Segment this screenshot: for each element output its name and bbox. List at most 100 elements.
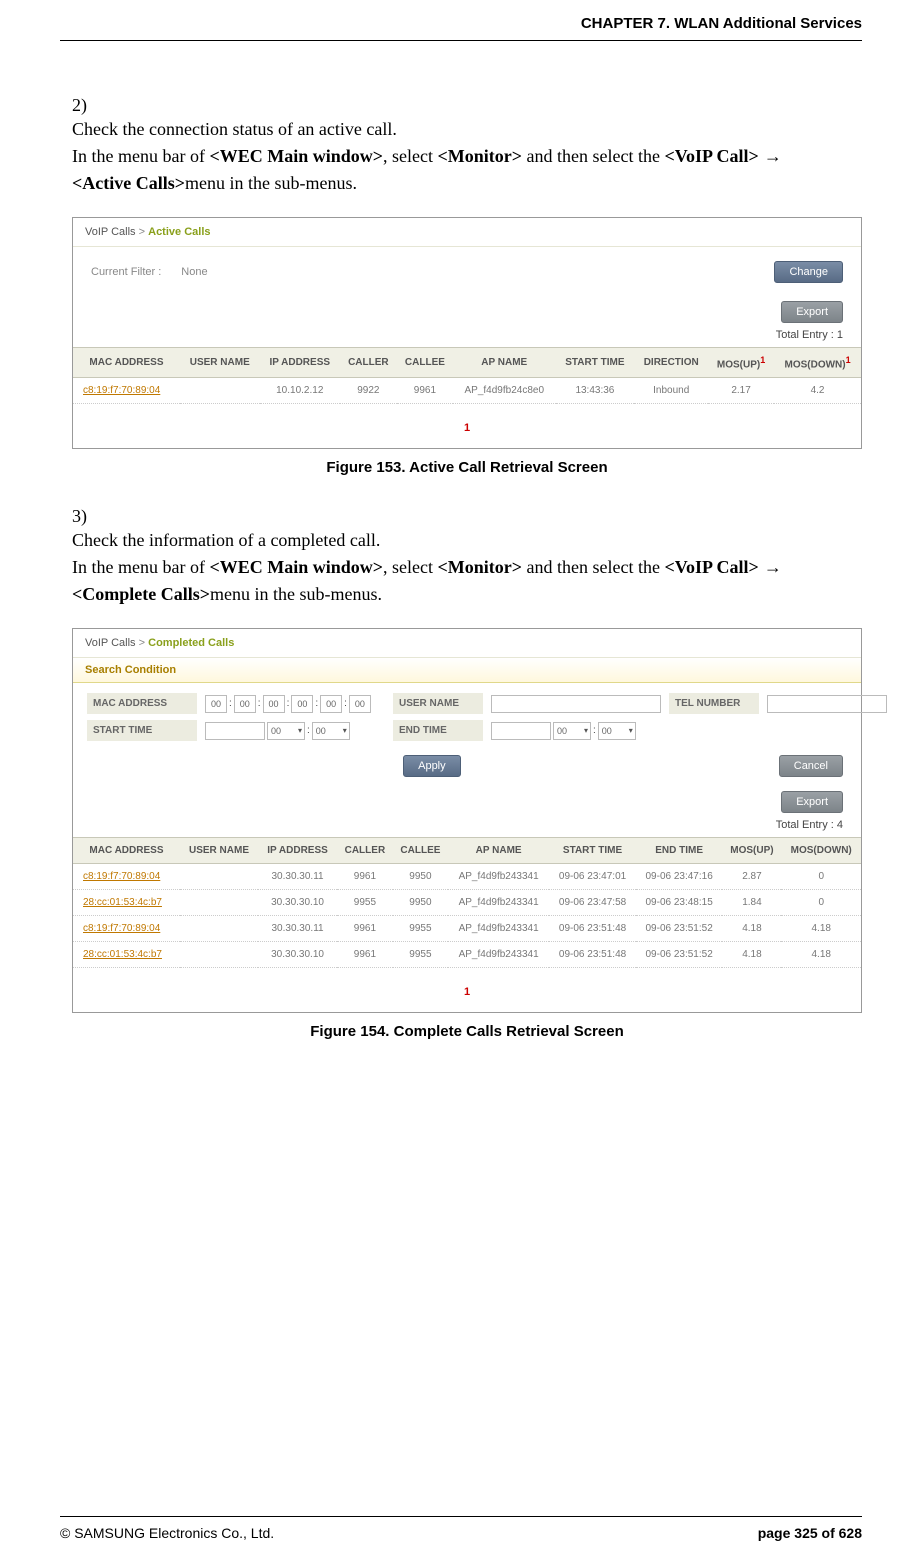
- breadcrumb: VoIP Calls > Active Calls: [73, 218, 861, 247]
- td: 4.18: [781, 916, 861, 942]
- table-row: c8:19:f7:70:89:04 30.30.30.11 9961 9955 …: [73, 916, 861, 942]
- td: 9950: [393, 890, 448, 916]
- tel-field[interactable]: [767, 695, 887, 713]
- text: and then select the: [522, 146, 664, 166]
- filter-label: Current Filter :: [91, 266, 161, 278]
- mac-octet[interactable]: 00: [349, 695, 371, 713]
- th: USER NAME: [180, 838, 258, 864]
- mac-field[interactable]: 00:00:00:00:00:00: [205, 695, 385, 713]
- table-header-row: MAC ADDRESS USER NAME IP ADDRESS CALLER …: [73, 348, 861, 378]
- user-field[interactable]: [491, 695, 661, 713]
- th: DIRECTION: [634, 348, 708, 378]
- total-entry: Total Entry : 1: [73, 327, 861, 347]
- td: [180, 916, 258, 942]
- th: MOS(DOWN)1: [774, 348, 861, 378]
- change-button[interactable]: Change: [774, 261, 843, 283]
- export-button[interactable]: Export: [781, 301, 843, 323]
- th: IP ADDRESS: [260, 348, 340, 378]
- mac-link[interactable]: c8:19:f7:70:89:04: [73, 378, 180, 404]
- td: 09-06 23:51:52: [636, 942, 723, 968]
- end-field[interactable]: 00:00: [491, 722, 661, 740]
- td: 09-06 23:51:48: [549, 942, 636, 968]
- td: AP_f4d9fb243341: [448, 942, 549, 968]
- table-row: 28:cc:01:53:4c:b7 30.30.30.10 9955 9950 …: [73, 890, 861, 916]
- tel-input[interactable]: [767, 695, 887, 713]
- cancel-button[interactable]: Cancel: [779, 755, 843, 777]
- crumb-sep: >: [139, 637, 145, 649]
- user-input[interactable]: [491, 695, 661, 713]
- td: 10.10.2.12: [260, 378, 340, 404]
- arrow-icon: →: [759, 557, 782, 577]
- crumb-active: Active Calls: [148, 226, 210, 238]
- label-tel: TEL NUMBER: [669, 693, 759, 714]
- td: AP_f4d9fb243341: [448, 864, 549, 890]
- pager[interactable]: 1: [73, 404, 861, 448]
- footer-rule: [60, 1516, 862, 1517]
- td: Inbound: [634, 378, 708, 404]
- content: 2) Check the connection status of an act…: [72, 95, 862, 1070]
- table-row: 28:cc:01:53:4c:b7 30.30.30.10 9961 9955 …: [73, 942, 861, 968]
- mac-link[interactable]: 28:cc:01:53:4c:b7: [73, 942, 180, 968]
- mac-octet[interactable]: 00: [234, 695, 256, 713]
- td: 0: [781, 890, 861, 916]
- mac-octet[interactable]: 00: [263, 695, 285, 713]
- completed-calls-table: MAC ADDRESS USER NAME IP ADDRESS CALLER …: [73, 837, 861, 968]
- filter-row: Current Filter : None Change: [73, 247, 861, 297]
- step-body: Check the information of a completed cal…: [72, 527, 820, 608]
- td: 2.17: [708, 378, 774, 404]
- min-select[interactable]: 00: [312, 722, 350, 740]
- text: , select: [383, 557, 437, 577]
- td: 09-06 23:51:52: [636, 916, 723, 942]
- th: CALLEE: [397, 348, 453, 378]
- td: [180, 864, 258, 890]
- text: In the menu bar of: [72, 146, 209, 166]
- step-num: 3): [72, 506, 110, 527]
- th: CALLER: [340, 348, 397, 378]
- page-footer: © SAMSUNG Electronics Co., Ltd. page 325…: [60, 1525, 862, 1541]
- apply-button[interactable]: Apply: [403, 755, 461, 777]
- th: START TIME: [549, 838, 636, 864]
- td: 30.30.30.11: [258, 864, 337, 890]
- date-input[interactable]: [491, 722, 551, 740]
- mac-octet[interactable]: 00: [320, 695, 342, 713]
- step-2: 2) Check the connection status of an act…: [72, 95, 862, 197]
- text: In the menu bar of: [72, 557, 209, 577]
- td: AP_f4d9fb24c8e0: [453, 378, 556, 404]
- crumb: VoIP Calls: [85, 637, 136, 649]
- td: 30.30.30.10: [258, 942, 337, 968]
- export-button[interactable]: Export: [781, 791, 843, 813]
- breadcrumb: VoIP Calls > Completed Calls: [73, 629, 861, 658]
- figure-caption: Figure 154. Complete Calls Retrieval Scr…: [72, 1023, 862, 1040]
- figure-caption: Figure 153. Active Call Retrieval Screen: [72, 459, 862, 476]
- search-condition-tab: Search Condition: [73, 658, 861, 683]
- total-entry: Total Entry : 4: [73, 817, 861, 837]
- hour-select[interactable]: 00: [267, 722, 305, 740]
- mac-link[interactable]: 28:cc:01:53:4c:b7: [73, 890, 180, 916]
- th: CALLER: [337, 838, 393, 864]
- td: AP_f4d9fb243341: [448, 890, 549, 916]
- mac-octet[interactable]: 00: [291, 695, 313, 713]
- td: AP_f4d9fb243341: [448, 916, 549, 942]
- text: menu in the sub-menus.: [185, 173, 357, 193]
- th: IP ADDRESS: [258, 838, 337, 864]
- step-num: 2): [72, 95, 110, 116]
- date-input[interactable]: [205, 722, 265, 740]
- start-field[interactable]: 00:00: [205, 722, 385, 740]
- td: 4.18: [781, 942, 861, 968]
- crumb-sep: >: [139, 226, 145, 238]
- header-rule: [60, 40, 862, 41]
- td: 2.87: [722, 864, 781, 890]
- td: 9955: [337, 890, 393, 916]
- th: AP NAME: [448, 838, 549, 864]
- min-select[interactable]: 00: [598, 722, 636, 740]
- filter-value: None: [181, 266, 207, 278]
- table-row: c8:19:f7:70:89:04 10.10.2.12 9922 9961 A…: [73, 378, 861, 404]
- mac-octet[interactable]: 00: [205, 695, 227, 713]
- hour-select[interactable]: 00: [553, 722, 591, 740]
- text: Check the connection status of an active…: [72, 119, 397, 139]
- td: 4.2: [774, 378, 861, 404]
- pager[interactable]: 1: [73, 968, 861, 1012]
- mac-link[interactable]: c8:19:f7:70:89:04: [73, 916, 180, 942]
- mac-link[interactable]: c8:19:f7:70:89:04: [73, 864, 180, 890]
- td: 4.18: [722, 916, 781, 942]
